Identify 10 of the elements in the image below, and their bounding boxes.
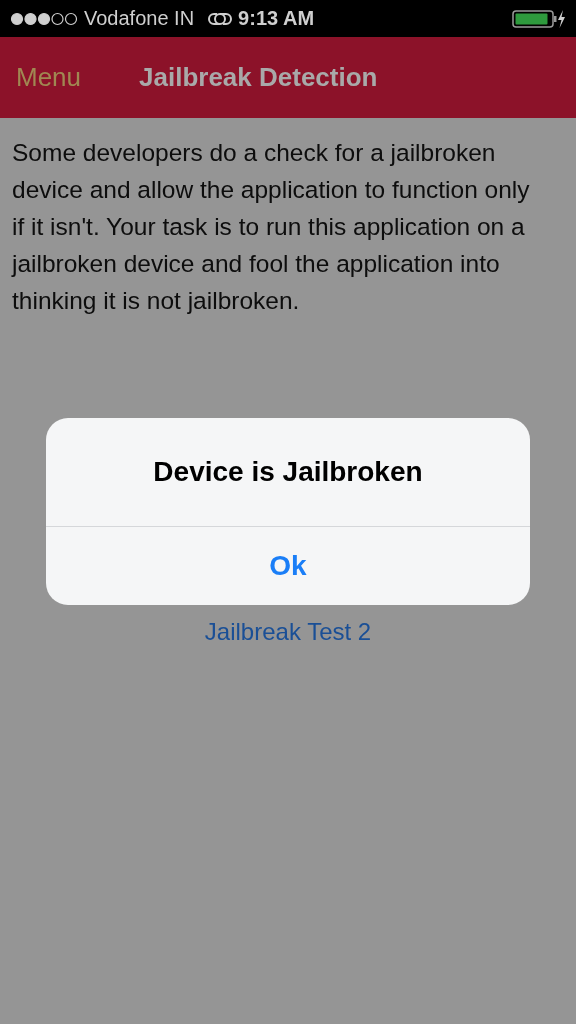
battery-charging-icon [512, 8, 566, 29]
test-button[interactable]: Jailbreak Test 2 [204, 618, 372, 646]
description-text: Some developers do a check for a jailbroken device and allow the application to function only if it isn't. Your task is to run this application on a jailbroken device and fool the application into thinking it is not jailbroken. [12, 138, 531, 316]
status-time: 9:13 AM [238, 7, 315, 30]
carrier-name: Vodafone IN [84, 7, 195, 30]
menu-button[interactable]: Menu [16, 62, 82, 93]
screen-title: Jailbreak Detection [139, 62, 378, 93]
signal-icon [10, 11, 78, 26]
alert-title: Device is Jailbroken [46, 418, 530, 527]
alert-ok-button[interactable]: Ok [46, 527, 530, 605]
